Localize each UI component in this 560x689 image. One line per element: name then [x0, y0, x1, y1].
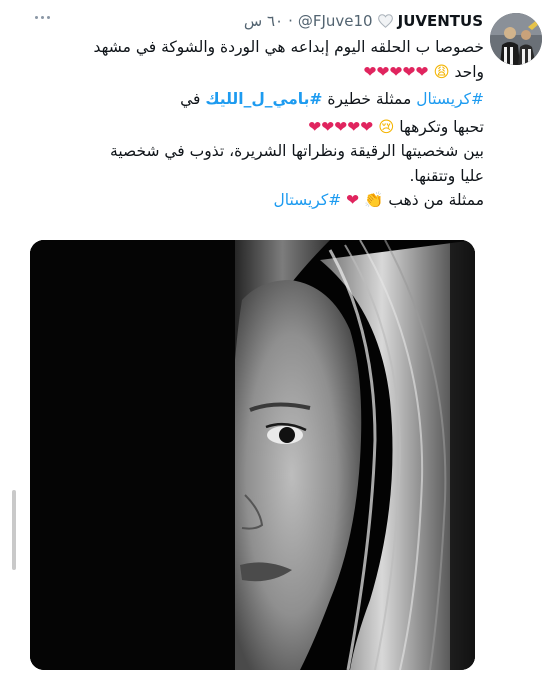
- heart-icon: ❤: [346, 191, 360, 209]
- tweet-line: واحد 😩 ❤❤❤❤❤: [25, 60, 485, 85]
- portrait-image: [30, 240, 475, 670]
- weary-face-icon: 😩: [433, 62, 450, 81]
- tweet-line: تحبها وتكرهها 😢 ❤❤❤❤❤: [25, 115, 484, 140]
- hashtag-link[interactable]: #كريستال: [416, 90, 484, 108]
- scroll-indicator[interactable]: [12, 490, 16, 570]
- tweet-line: ممثلة من ذهب 👏 ❤ #كريستال: [25, 188, 485, 213]
- text-span: تحبها وتكرهها: [399, 117, 484, 136]
- hashtag-link[interactable]: #كريستال: [274, 191, 342, 209]
- display-name[interactable]: JUVENTUS: [398, 12, 483, 30]
- more-options-icon[interactable]: [33, 12, 51, 22]
- crying-face-icon: 😢: [378, 117, 395, 136]
- tweet-text: خصوصا ب الحلقه اليوم إبداعه هي الوردة وا…: [25, 35, 484, 213]
- avatar-image: [490, 13, 542, 65]
- text-span: ممثلة خطيرة: [327, 90, 412, 108]
- avatar[interactable]: [490, 13, 542, 65]
- tweet-media-image[interactable]: [30, 240, 475, 670]
- tweet-line: خصوصا ب الحلقه اليوم إبداعه هي الوردة وا…: [25, 35, 484, 60]
- text-span: ممثلة من ذهب: [388, 191, 484, 209]
- text-span: عليا وتتقنها.: [409, 166, 485, 185]
- tweet-line: عليا وتتقنها.: [25, 164, 485, 189]
- tweet-line: #كريستال ممثلة خطيرة #بامي_ل_الليك في: [25, 87, 484, 112]
- text-span: في: [180, 90, 201, 108]
- text-span: واحد: [454, 62, 484, 81]
- tweet-card[interactable]: JUVENTUS @FJuve10 · ٦٠ س خصوصا ب الحلقه …: [0, 0, 560, 689]
- timestamp[interactable]: ٦٠ س: [244, 12, 283, 30]
- user-handle[interactable]: @FJuve10: [298, 12, 373, 30]
- clapping-hands-icon: 👏: [364, 191, 384, 209]
- hashtag-link[interactable]: #بامي_ل_الليك: [205, 90, 322, 108]
- text-span: خصوصا ب الحلقه اليوم إبداعه هي الوردة وا…: [93, 38, 484, 56]
- text-span: بين شخصيتها الرقيقة ونظراتها الشريرة، تذ…: [110, 142, 484, 160]
- white-heart-icon: [377, 14, 393, 28]
- hearts-icon: ❤❤❤❤❤: [363, 62, 430, 81]
- separator-dot: ·: [288, 12, 293, 30]
- tweet-line: بين شخصيتها الرقيقة ونظراتها الشريرة، تذ…: [25, 139, 484, 164]
- tweet-header: JUVENTUS @FJuve10 · ٦٠ س: [150, 10, 483, 32]
- hearts-icon: ❤❤❤❤❤: [308, 117, 374, 136]
